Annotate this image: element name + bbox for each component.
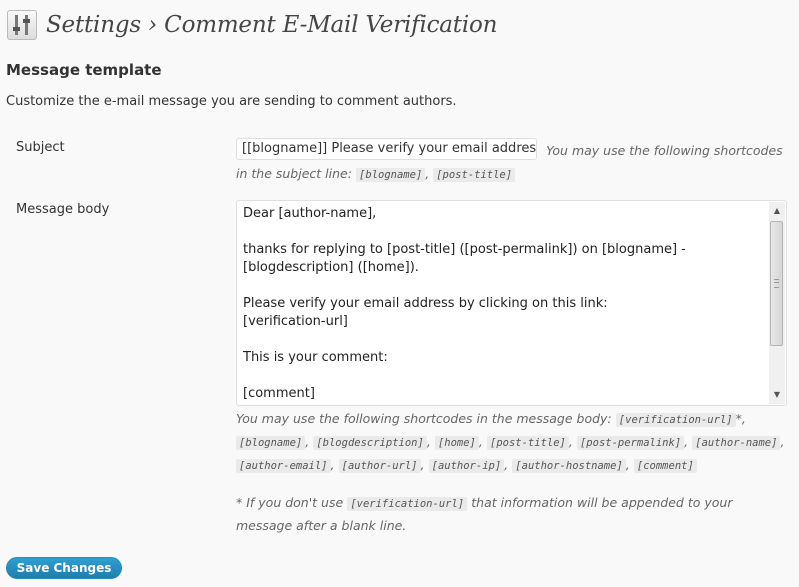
- message-body-text[interactable]: Dear [author-name], thanks for replying …: [243, 205, 763, 403]
- message-body-textarea[interactable]: Dear [author-name], thanks for replying …: [236, 200, 787, 406]
- scroll-up-arrow-icon[interactable]: ▲: [769, 203, 785, 219]
- page-header: Settings › Comment E-Mail Verification: [7, 8, 497, 42]
- scroll-down-arrow-icon[interactable]: ▼: [769, 387, 785, 403]
- subject-input[interactable]: [[blogname]] Please verify your email ad…: [236, 138, 537, 160]
- shortcode: [blogname]: [356, 168, 426, 182]
- shortcode: [verification-url]: [615, 413, 736, 427]
- subject-label: Subject: [16, 140, 65, 155]
- settings-sliders-icon: [7, 10, 37, 40]
- shortcode: [author-ip]: [428, 459, 505, 473]
- shortcode: [author-email]: [236, 459, 331, 473]
- scroll-thumb[interactable]: [770, 221, 783, 346]
- shortcode: [home]: [434, 436, 479, 450]
- page-title: Settings › Comment E-Mail Verification: [46, 12, 498, 38]
- shortcode: [blogdescription]: [313, 436, 427, 450]
- section-title: Message template: [6, 61, 162, 79]
- shortcode: [author-name]: [692, 436, 781, 450]
- message-body-label: Message body: [16, 202, 110, 217]
- shortcode: [verification-url]: [347, 497, 468, 511]
- footnote: * If you don't use [verification-url] th…: [236, 495, 733, 533]
- vertical-scrollbar[interactable]: ▲ ▼: [769, 202, 785, 404]
- shortcode: [post-title]: [433, 168, 516, 182]
- shortcode: [comment]: [633, 459, 697, 473]
- shortcode: [author-url]: [338, 459, 421, 473]
- shortcode: [post-permalink]: [576, 436, 685, 450]
- section-description: Customize the e-mail message you are sen…: [6, 94, 457, 109]
- shortcode: [blogname]: [236, 436, 306, 450]
- save-changes-button[interactable]: Save Changes: [6, 557, 122, 579]
- message-body-hint: You may use the following shortcodes in …: [236, 411, 785, 473]
- shortcode: [post-title]: [487, 436, 569, 450]
- shortcode: [author-hostname]: [512, 459, 626, 473]
